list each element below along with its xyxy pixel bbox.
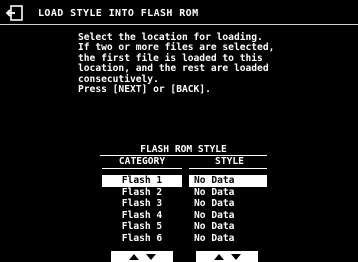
lcd-screen: LOAD STYLE INTO FLASH ROM Select the loc… [0, 0, 358, 262]
style-item[interactable]: No Data [189, 198, 267, 210]
style-list: No Data No Data No Data No Data No Data … [189, 175, 267, 244]
category-item[interactable]: Flash 1 [102, 175, 182, 187]
style-item[interactable]: No Data [189, 210, 267, 222]
category-item[interactable]: Flash 4 [102, 210, 182, 222]
scroll-up-icon[interactable] [128, 253, 139, 260]
style-header-divider [189, 168, 267, 169]
category-list: Flash 1 Flash 2 Flash 3 Flash 4 Flash 5 … [102, 175, 182, 244]
style-item[interactable]: No Data [189, 175, 267, 187]
instructions-text: Select the location for loading. If two … [78, 32, 333, 96]
table-title: FLASH ROM STYLE [140, 144, 227, 155]
category-header-divider [102, 168, 182, 169]
scroll-down-icon[interactable] [145, 253, 156, 260]
instruction-line: Press [NEXT] or [BACK]. [78, 84, 211, 96]
back-arrow-icon[interactable] [5, 5, 24, 21]
page-title: LOAD STYLE INTO FLASH ROM [38, 7, 199, 19]
style-item[interactable]: No Data [189, 233, 267, 245]
style-item[interactable]: No Data [189, 187, 267, 199]
category-item[interactable]: Flash 5 [102, 221, 182, 233]
category-scroll-buttons[interactable] [111, 251, 173, 262]
style-column-header: STYLE [215, 156, 244, 167]
scroll-up-icon[interactable] [213, 253, 224, 260]
title-divider [0, 24, 358, 25]
style-scroll-buttons[interactable] [196, 251, 258, 262]
category-column-header: CATEGORY [118, 156, 166, 167]
category-item[interactable]: Flash 2 [102, 187, 182, 199]
title-bar: LOAD STYLE INTO FLASH ROM [5, 4, 352, 22]
category-item[interactable]: Flash 6 [102, 233, 182, 245]
scroll-down-icon[interactable] [230, 253, 241, 260]
style-item[interactable]: No Data [189, 221, 267, 233]
category-item[interactable]: Flash 3 [102, 198, 182, 210]
